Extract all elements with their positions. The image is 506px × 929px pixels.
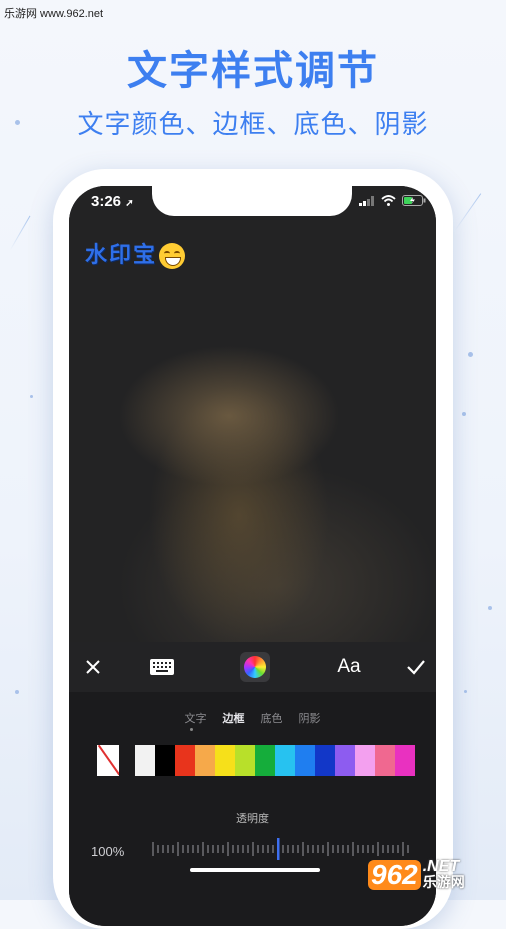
decor-dot [488, 606, 492, 610]
color-swatch[interactable] [235, 745, 255, 776]
color-swatch[interactable] [135, 745, 155, 776]
style-tabs: 文字 边框 底色 阴影 [69, 710, 436, 726]
color-swatch[interactable] [215, 745, 235, 776]
close-icon [86, 660, 100, 674]
decor-dot [15, 120, 20, 125]
tab-text[interactable]: 文字 [185, 710, 207, 726]
opacity-value: 100% [91, 844, 125, 859]
color-swatch[interactable] [355, 745, 375, 776]
font-button[interactable]: Aa [329, 642, 369, 692]
decor-streak [454, 193, 482, 231]
decor-dot [468, 352, 473, 357]
tab-shadow[interactable]: 阴影 [299, 710, 321, 726]
editor-toolbar: Aa [69, 642, 436, 692]
color-swatch[interactable] [175, 745, 195, 776]
color-wheel-icon [240, 652, 270, 682]
color-swatch[interactable] [375, 745, 395, 776]
status-time: 3:26 ➚ [91, 193, 134, 210]
logo-cn: 乐游网 [422, 875, 465, 891]
signal-icon [359, 195, 374, 206]
tab-indicator-dot [190, 728, 193, 731]
close-button[interactable] [77, 642, 109, 692]
keyboard-icon [150, 659, 174, 675]
tab-border[interactable]: 边框 [223, 710, 245, 726]
decor-dot [462, 412, 466, 416]
battery-icon [402, 195, 426, 206]
subheadline: 文字颜色、边框、底色、阴影 [77, 110, 429, 140]
site-watermark: 乐游网 www.962.net [4, 8, 104, 20]
phone-notch [152, 186, 352, 216]
decor-dot [30, 395, 33, 398]
checkmark-icon [407, 660, 425, 675]
location-arrow-icon: ➚ [125, 198, 134, 209]
decor-dot [464, 690, 467, 693]
color-swatch[interactable] [255, 745, 275, 776]
site-logo: 962 .NET 乐游网 [368, 853, 502, 897]
color-swatch[interactable] [395, 745, 415, 776]
logo-suffix: .NET [422, 858, 460, 875]
keyboard-button[interactable] [145, 642, 179, 692]
decor-dot [15, 690, 19, 694]
logo-number: 962 [368, 860, 421, 890]
slider-thumb[interactable] [277, 838, 280, 860]
color-button[interactable] [238, 642, 272, 692]
decor-streak [9, 215, 31, 251]
headline: 文字样式调节 [127, 48, 379, 94]
color-swatch[interactable] [275, 745, 295, 776]
status-time-text: 3:26 [91, 193, 122, 210]
color-swatch[interactable] [155, 745, 175, 776]
phone-screen: 3:26 ➚ 水印宝 Aa 文字 边框 底色 阴影 透明度 100% [69, 186, 436, 926]
grin-emoji-icon [159, 243, 186, 269]
no-color-swatch[interactable] [97, 745, 119, 776]
confirm-button[interactable] [400, 642, 432, 692]
status-icons [359, 195, 426, 206]
color-swatch[interactable] [315, 745, 335, 776]
tab-background[interactable]: 底色 [261, 710, 283, 726]
color-swatch[interactable] [335, 745, 355, 776]
wifi-icon [381, 195, 396, 206]
opacity-label: 透明度 [236, 812, 269, 825]
font-label: Aa [337, 656, 361, 677]
watermark-text: 水印宝 [85, 243, 158, 268]
color-swatch[interactable] [295, 745, 315, 776]
watermark-overlay[interactable]: 水印宝 [85, 237, 186, 269]
color-swatch[interactable] [195, 745, 215, 776]
home-indicator [190, 868, 320, 872]
color-swatch-row [97, 745, 415, 776]
